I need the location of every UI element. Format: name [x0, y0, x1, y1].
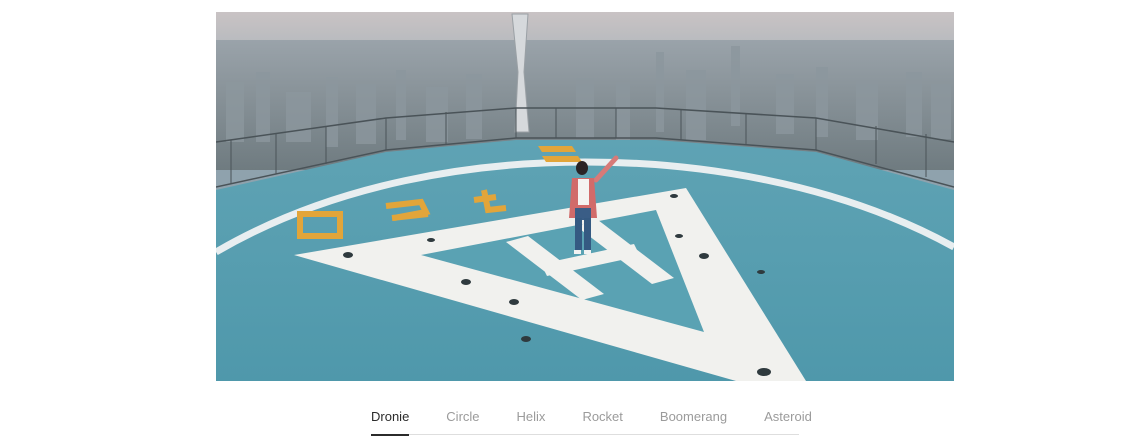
- video-preview[interactable]: [216, 12, 954, 381]
- tab-helix[interactable]: Helix: [517, 400, 546, 434]
- tab-asteroid[interactable]: Asteroid: [764, 400, 812, 434]
- tab-circle[interactable]: Circle: [446, 400, 479, 434]
- tab-dronie[interactable]: Dronie: [371, 400, 410, 436]
- helipad-scene-image: [216, 12, 954, 381]
- tab-boomerang[interactable]: Boomerang: [660, 400, 727, 434]
- mode-tabs: Dronie Circle Helix Rocket Boomerang Ast…: [371, 400, 812, 436]
- tab-rocket[interactable]: Rocket: [582, 400, 622, 434]
- page: Dronie Circle Helix Rocket Boomerang Ast…: [0, 0, 1140, 447]
